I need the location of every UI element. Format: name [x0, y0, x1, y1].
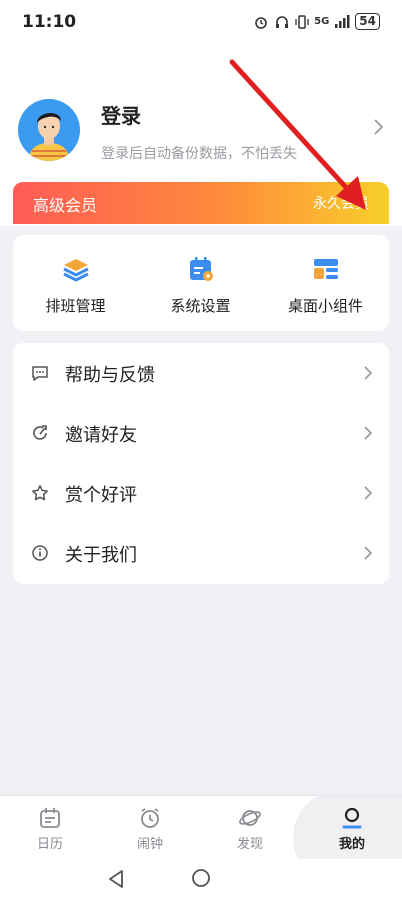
avatar-illustration [18, 99, 80, 161]
layers-icon [62, 259, 89, 282]
tab-mine[interactable]: 我的 [302, 796, 402, 859]
vip-badge: 永久会员 [313, 196, 369, 212]
status-time: 11:10 [22, 12, 77, 32]
menu-item-rate[interactable]: 赏个好评 [13, 463, 389, 523]
alarm-icon [141, 808, 159, 828]
menu-item-label: 赏个好评 [65, 485, 137, 506]
shortcut-widgets[interactable]: 桌面小组件 [263, 235, 388, 331]
shortcut-settings[interactable]: 系统设置 [138, 235, 263, 331]
system-nav-bar [0, 859, 402, 900]
menu-card: 帮助与反馈 邀请好友 赏个好评 关于我们 [13, 343, 389, 584]
back-icon[interactable] [107, 869, 125, 889]
share-icon [33, 425, 47, 440]
menu-item-about[interactable]: 关于我们 [13, 523, 389, 583]
shortcuts-card: 排班管理 系统设置 桌面小组件 [13, 235, 389, 331]
menu-item-invite[interactable]: 邀请好友 [13, 403, 389, 463]
tab-label: 日历 [36, 837, 63, 852]
status-bar: 11:10 5G 54 [0, 0, 402, 46]
shortcut-schedule[interactable]: 排班管理 [13, 235, 138, 331]
tab-label: 闹钟 [136, 837, 163, 852]
status-icons: 5G 54 [253, 13, 380, 30]
planet-icon [239, 810, 261, 826]
alarm-status-icon [255, 16, 267, 29]
tab-label: 我的 [338, 837, 365, 852]
network-type: 5G [314, 16, 330, 27]
vibrate-status-icon [295, 14, 309, 29]
chevron-right-icon [364, 366, 373, 380]
avatar[interactable] [18, 99, 80, 161]
chevron-right-icon[interactable] [372, 118, 384, 136]
info-icon [32, 545, 48, 561]
vip-label: 高级会员 [33, 196, 98, 215]
vip-banner[interactable]: 高级会员 永久会员 [13, 182, 389, 224]
message-icon [32, 366, 48, 381]
menu-item-label: 帮助与反馈 [65, 365, 155, 386]
login-subtitle: 登录后自动备份数据，不怕丢失 [101, 146, 297, 162]
tab-alarm[interactable]: 闹钟 [100, 796, 200, 859]
bottom-tab-bar: 日历 闹钟 发现 我的 [0, 795, 402, 859]
headphones-status-icon [276, 15, 289, 28]
shortcut-label: 排班管理 [45, 297, 106, 315]
calendar-icon [40, 808, 60, 828]
shortcut-label: 桌面小组件 [287, 297, 363, 315]
shortcut-label: 系统设置 [170, 297, 231, 315]
menu-item-label: 邀请好友 [65, 425, 137, 446]
signal-icon [335, 14, 350, 28]
tab-calendar[interactable]: 日历 [0, 796, 100, 859]
chevron-right-icon [364, 546, 373, 560]
chevron-right-icon [364, 426, 373, 440]
menu-item-help[interactable]: 帮助与反馈 [13, 343, 389, 403]
calendar-settings-icon [189, 257, 213, 281]
tab-discover[interactable]: 发现 [200, 796, 300, 859]
star-icon [32, 485, 48, 501]
battery-indicator: 54 [355, 13, 380, 30]
chevron-right-icon [364, 486, 373, 500]
widget-icon [313, 259, 338, 279]
login-title[interactable]: 登录 [101, 100, 141, 129]
tab-label: 发现 [236, 837, 263, 852]
home-icon[interactable] [191, 868, 211, 888]
menu-item-label: 关于我们 [65, 545, 137, 566]
user-icon [342, 807, 362, 829]
